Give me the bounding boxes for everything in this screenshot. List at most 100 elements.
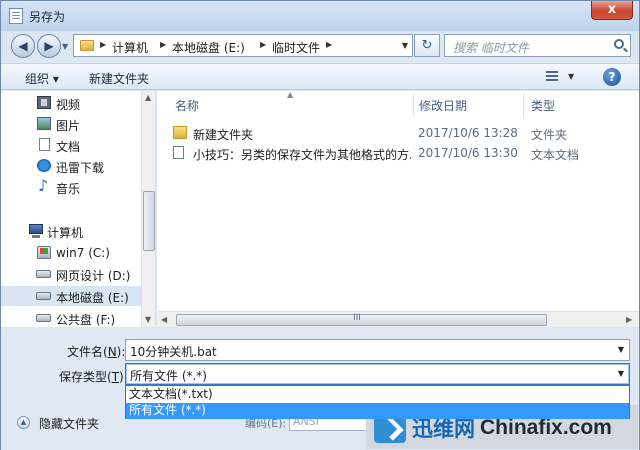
column-header-type[interactable]: 类型 bbox=[531, 97, 555, 114]
save-type-options: 文本文档(*.txt) 所有文件 (*.*) bbox=[125, 385, 630, 419]
save-as-dialog: 另存为 x ◀ ▶ ▼ ▶ 计算机 ▶ 本地磁盘 (E:) ▶ 临时文件 ▶ ▼… bbox=[0, 0, 640, 450]
file-date: 2017/10/6 13:28 bbox=[418, 126, 518, 140]
scrollbar-grip: III bbox=[353, 313, 361, 323]
nav-item-label: 音乐 bbox=[56, 182, 81, 196]
breadcrumb-separator-icon[interactable]: ▶ bbox=[160, 40, 166, 49]
folder-icon bbox=[80, 40, 94, 51]
refresh-icon: ↻ bbox=[421, 38, 433, 53]
nav-item-thunder-downloads[interactable]: 迅雷下载 bbox=[1, 156, 141, 176]
breadcrumb-computer[interactable]: 计算机 bbox=[112, 39, 148, 56]
save-type-option-all[interactable]: 所有文件 (*.*) bbox=[126, 403, 629, 419]
nav-item-label: win7 (C:) bbox=[56, 246, 110, 260]
breadcrumb-temp-files[interactable]: 临时文件 bbox=[272, 39, 320, 56]
nav-item-label: 图片 bbox=[56, 119, 81, 133]
nav-item-label: 视频 bbox=[56, 98, 81, 112]
file-type: 文件夹 bbox=[531, 128, 568, 142]
picture-icon bbox=[37, 117, 51, 130]
nav-item-drive-f[interactable]: 公共盘 (F:) bbox=[1, 308, 141, 328]
nav-item-label: 文档 bbox=[56, 140, 81, 154]
sort-ascending-icon: ▲ bbox=[287, 90, 294, 99]
breadcrumb-separator-icon[interactable]: ▶ bbox=[100, 40, 106, 49]
close-button[interactable]: x bbox=[591, 1, 633, 20]
back-button[interactable]: ◀ bbox=[11, 34, 35, 58]
file-name: 新建文件夹 bbox=[193, 128, 254, 142]
recent-locations-dropdown[interactable]: ▼ bbox=[62, 42, 68, 51]
notepad-icon bbox=[9, 8, 23, 24]
address-bar[interactable]: ▶ 计算机 ▶ 本地磁盘 (E:) ▶ 临时文件 ▶ ▼ bbox=[73, 34, 413, 57]
scrollbar-thumb[interactable] bbox=[143, 191, 155, 251]
navigation-pane-scrollbar[interactable]: ▲ ▼ bbox=[141, 91, 155, 327]
nav-item-label: 网页设计 (D:) bbox=[56, 269, 131, 283]
title-bar: 另存为 x bbox=[1, 1, 639, 31]
organize-button[interactable]: 组织 ▾ bbox=[25, 70, 59, 87]
file-row[interactable]: 小技巧：另类的保存文件为其他格式的方... 2017/10/6 13:30 文本… bbox=[169, 143, 629, 163]
navigation-bar: ◀ ▶ ▼ ▶ 计算机 ▶ 本地磁盘 (E:) ▶ 临时文件 ▶ ▼ ↻ 搜索 … bbox=[1, 31, 639, 59]
file-name: 小技巧：另类的保存文件为其他格式的方... bbox=[193, 148, 411, 162]
text-file-icon bbox=[173, 146, 184, 159]
forward-button[interactable]: ▶ bbox=[37, 34, 61, 58]
filename-label: 文件名(N): bbox=[67, 345, 126, 359]
video-icon bbox=[37, 96, 51, 109]
folder-icon bbox=[173, 126, 187, 139]
nav-item-pictures[interactable]: 图片 bbox=[1, 114, 141, 134]
drive-icon bbox=[36, 270, 51, 278]
computer-icon bbox=[29, 224, 43, 238]
window-title: 另存为 bbox=[29, 10, 66, 24]
column-header-name[interactable]: 名称 bbox=[175, 97, 199, 114]
watermark-en: Chinafix.com bbox=[480, 416, 612, 439]
save-type-select[interactable]: 所有文件 (*.*) ▼ bbox=[125, 363, 630, 385]
nav-item-videos[interactable]: 视频 bbox=[1, 93, 141, 113]
navigation-pane: 视频 图片 文档 迅雷下载 音乐 计算机 win7 (C:) 网页设计 (D: bbox=[1, 91, 156, 327]
filename-input[interactable]: 10分钟关机.bat ▼ bbox=[125, 339, 630, 361]
nav-item-documents[interactable]: 文档 bbox=[1, 135, 141, 155]
save-type-dropdown[interactable]: ▼ bbox=[618, 369, 624, 378]
view-options-icon[interactable] bbox=[546, 71, 558, 82]
refresh-button[interactable]: ↻ bbox=[414, 34, 440, 57]
view-dropdown[interactable]: ▼ bbox=[568, 72, 574, 81]
scrollbar-thumb[interactable]: III bbox=[176, 313, 547, 326]
drive-icon bbox=[36, 292, 51, 300]
scroll-right-icon[interactable]: ▶ bbox=[626, 315, 632, 324]
nav-item-drive-c[interactable]: win7 (C:) bbox=[1, 243, 141, 263]
file-list: ▲ 名称 修改日期 类型 新建文件夹 2017/10/6 13:28 文件夹 小… bbox=[157, 90, 639, 327]
search-icon[interactable] bbox=[614, 39, 624, 49]
scroll-up-icon[interactable]: ▲ bbox=[145, 93, 151, 102]
filename-dropdown[interactable]: ▼ bbox=[618, 345, 624, 354]
search-input[interactable]: 搜索 临时文件 bbox=[444, 34, 631, 57]
drive-icon bbox=[36, 314, 51, 322]
search-placeholder: 搜索 临时文件 bbox=[453, 41, 529, 55]
file-date: 2017/10/6 13:30 bbox=[418, 146, 518, 160]
arrow-left-icon: ◀ bbox=[18, 39, 28, 53]
nav-item-drive-e[interactable]: 本地磁盘 (E:) bbox=[1, 286, 141, 306]
save-type-label: 保存类型(T): bbox=[59, 370, 128, 384]
windows-drive-icon bbox=[37, 246, 51, 259]
column-divider[interactable] bbox=[413, 93, 414, 117]
nav-item-computer[interactable]: 计算机 bbox=[1, 221, 141, 241]
filename-value: 10分钟关机.bat bbox=[130, 345, 217, 359]
hide-folders-label: 隐藏文件夹 bbox=[39, 417, 100, 431]
file-list-horizontal-scrollbar[interactable]: ◀ III ▶ bbox=[157, 311, 639, 327]
nav-item-label: 计算机 bbox=[47, 226, 84, 240]
nav-item-drive-d[interactable]: 网页设计 (D:) bbox=[1, 264, 141, 284]
help-icon[interactable]: ? bbox=[603, 68, 621, 86]
column-header-date[interactable]: 修改日期 bbox=[419, 97, 467, 114]
nav-item-label: 本地磁盘 (E:) bbox=[56, 291, 129, 305]
save-type-option-txt[interactable]: 文本文档(*.txt) bbox=[126, 387, 629, 403]
breadcrumb-separator-icon[interactable]: ▶ bbox=[326, 40, 332, 49]
scroll-left-icon[interactable]: ◀ bbox=[161, 315, 167, 324]
music-icon bbox=[37, 176, 51, 195]
arrow-right-icon: ▶ bbox=[44, 39, 54, 53]
breadcrumb-local-disk-e[interactable]: 本地磁盘 (E:) bbox=[172, 39, 245, 56]
nav-item-music[interactable]: 音乐 bbox=[1, 176, 141, 197]
column-divider[interactable] bbox=[523, 93, 524, 117]
nav-item-label: 公共盘 (F:) bbox=[56, 313, 116, 327]
scroll-down-icon[interactable]: ▼ bbox=[145, 315, 151, 324]
thunder-download-icon bbox=[37, 159, 51, 172]
breadcrumb-separator-icon[interactable]: ▶ bbox=[260, 40, 266, 49]
file-row[interactable]: 新建文件夹 2017/10/6 13:28 文件夹 bbox=[169, 123, 629, 143]
nav-item-label: 迅雷下载 bbox=[56, 161, 105, 175]
new-folder-button[interactable]: 新建文件夹 bbox=[89, 70, 149, 87]
address-dropdown[interactable]: ▼ bbox=[402, 41, 408, 50]
file-type: 文本文档 bbox=[531, 148, 580, 162]
save-type-value: 所有文件 (*.*) bbox=[130, 369, 207, 383]
